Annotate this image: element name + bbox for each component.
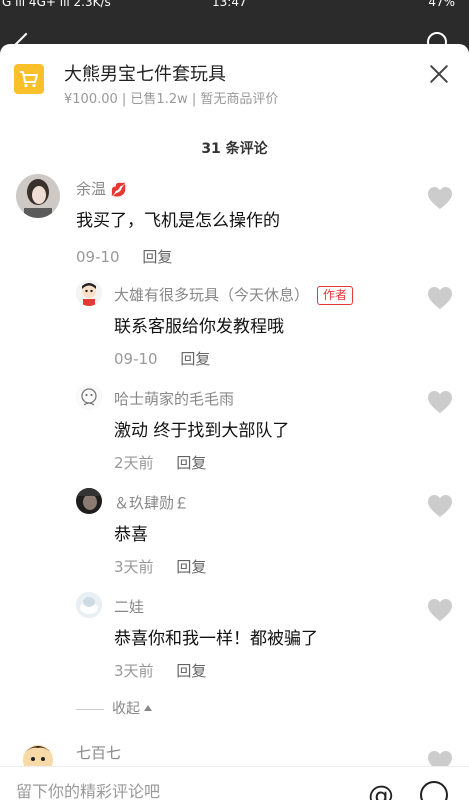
comment-meta: 09-10 回复 [114, 348, 210, 369]
divider-line [76, 708, 104, 710]
product-price: ¥100.00 [64, 92, 118, 107]
comment-author[interactable]: ＆玖肆勋￡ [114, 492, 189, 513]
cart-icon [14, 64, 44, 94]
comment-text: 恭喜 [114, 525, 148, 545]
comment-author[interactable]: 哈士萌家的毛毛雨 [114, 388, 234, 409]
like-heart-icon[interactable] [427, 494, 453, 518]
author-badge: 作者 [317, 286, 354, 305]
comment-author[interactable]: 二娃 [114, 596, 144, 617]
like-heart-icon[interactable] [427, 390, 453, 414]
like-heart-icon[interactable] [427, 598, 453, 622]
comment-author[interactable]: 大雄有很多玩具（今天休息） 作者 [114, 284, 354, 305]
collapse-replies-button[interactable]: 收起 [76, 698, 152, 718]
comment-time: 09-10 [76, 248, 120, 266]
comment-time: 3天前 [114, 662, 154, 680]
comment-author[interactable]: 余温 💋 [76, 178, 127, 199]
comment-time: 09-10 [114, 350, 158, 368]
avatar[interactable] [76, 384, 102, 410]
comment-meta: 3天前 回复 [114, 660, 206, 681]
reply-button[interactable]: 回复 [176, 454, 206, 472]
comment-meta: 2天前 回复 [114, 452, 206, 473]
product-header[interactable]: 大熊男宝七件套玩具 ¥100.00 | 已售1.2w | 暂无商品评价 [0, 44, 469, 116]
comment-text: 恭喜你和我一样！都被骗了 [114, 629, 318, 649]
product-sold: 已售1.2w [130, 92, 188, 107]
like-heart-icon[interactable] [427, 286, 453, 310]
emoji-icon[interactable] [420, 781, 448, 800]
battery-status: 47% [428, 0, 455, 9]
comment-input-bar: @ [0, 766, 469, 800]
comment-input[interactable] [14, 775, 338, 800]
mention-at-icon[interactable]: @ [368, 781, 398, 800]
comment-sheet: 大熊男宝七件套玩具 ¥100.00 | 已售1.2w | 暂无商品评价 31 条… [0, 44, 469, 800]
product-title: 大熊男宝七件套玩具 [64, 64, 226, 85]
comment-time: 2天前 [114, 454, 154, 472]
clock: 13:47 [212, 0, 247, 9]
comment-author[interactable]: 七百七 [76, 742, 121, 763]
avatar[interactable] [76, 280, 102, 306]
signal-status: G ıll 4G+ ıll 2.3K/s [2, 0, 111, 9]
reply-button[interactable]: 回复 [176, 558, 206, 576]
avatar[interactable] [76, 488, 102, 514]
comment-text: 激动 终于找到大部队了 [114, 421, 290, 441]
avatar[interactable] [76, 592, 102, 618]
lips-emoji: 💋 [110, 183, 127, 198]
comment-time: 3天前 [114, 558, 154, 576]
comment-meta: 09-10 回复 [76, 246, 172, 267]
product-meta: ¥100.00 | 已售1.2w | 暂无商品评价 [64, 92, 279, 107]
avatar[interactable] [16, 174, 60, 218]
like-heart-icon[interactable] [427, 186, 453, 210]
reply-button[interactable]: 回复 [176, 662, 206, 680]
status-bar: G ıll 4G+ ıll 2.3K/s 13:47 47% [0, 0, 469, 12]
comment-meta: 3天前 回复 [114, 556, 206, 577]
close-button[interactable] [427, 62, 451, 86]
reply-button[interactable]: 回复 [180, 350, 210, 368]
comment-text: 联系客服给你发教程哦 [114, 317, 284, 337]
comment-count: 31 条评论 [201, 141, 268, 157]
comment-text: 我买了，飞机是怎么操作的 [76, 211, 280, 231]
caret-up-icon [144, 705, 152, 711]
product-rating: 暂无商品评价 [200, 92, 279, 107]
reply-button[interactable]: 回复 [142, 248, 172, 266]
